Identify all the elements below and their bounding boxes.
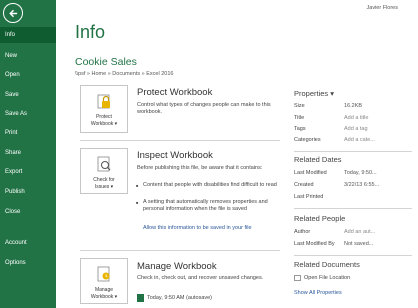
manage-btn-line2: Workbook ▾ (90, 293, 118, 300)
inspect-description: Before publishing this file, be aware th… (137, 165, 263, 171)
autosave-version[interactable]: Today, 9:50 AM (autosave) (137, 294, 212, 302)
nav-share[interactable]: Share (0, 145, 56, 161)
manage-title: Manage Workbook (137, 261, 217, 272)
prop-key: Author (294, 229, 311, 235)
nav-new[interactable]: New (0, 48, 56, 64)
prop-value-categories[interactable]: Add a cate... (344, 137, 375, 143)
inspect-btn-line2: Issues ▾ (94, 183, 114, 190)
prop-key: Size (294, 103, 305, 109)
prop-value: Not saved... (344, 241, 374, 247)
folder-icon (294, 275, 301, 281)
inspect-bullet-accessibility: Content that people with disabilities fi… (136, 182, 278, 189)
nav-publish[interactable]: Publish (0, 184, 56, 200)
prop-key: Last Modified (294, 170, 327, 176)
nav-export[interactable]: Export (0, 164, 56, 180)
manage-description: Check in, check out, and recover unsaved… (137, 275, 264, 281)
divider (294, 151, 412, 152)
protect-title: Protect Workbook (137, 87, 213, 98)
inspect-btn-line1: Check for (93, 177, 115, 183)
nav-info[interactable]: Info (0, 27, 56, 43)
protect-btn-line2: Workbook ▾ (90, 120, 118, 127)
prop-value: 3/22/13 6:55... (344, 182, 380, 188)
inspect-bullet-properties: A setting that automatically removes pro… (136, 199, 278, 213)
document-title: Cookie Sales (75, 56, 137, 68)
excel-file-icon (137, 294, 144, 302)
autosave-version-label: Today, 9:50 AM (autosave) (147, 295, 213, 301)
user-name[interactable]: Javier Flores (367, 5, 398, 11)
prop-value: Today, 9:50... (344, 170, 377, 176)
open-file-location-label: Open File Location (304, 275, 351, 281)
prop-key: Tags (294, 126, 306, 132)
prop-value-tags[interactable]: Add a tag (344, 126, 368, 132)
related-dates-heading: Related Dates (294, 155, 342, 164)
divider (80, 140, 280, 141)
lock-key-icon (94, 91, 114, 111)
manage-doc-icon (94, 264, 114, 284)
inspect-title: Inspect Workbook (137, 150, 213, 161)
nav-close[interactable]: Close (0, 204, 56, 220)
nav-open[interactable]: Open (0, 67, 56, 83)
nav-save-as[interactable]: Save As (0, 106, 56, 122)
protect-workbook-button[interactable]: Protect Workbook ▾ (80, 85, 128, 133)
info-panel: Javier Flores Info Cookie Sales \\psf » … (56, 0, 418, 308)
protect-btn-line1: Protect (96, 114, 112, 120)
check-for-issues-button[interactable]: Check for Issues ▾ (80, 148, 128, 194)
open-file-location-button[interactable]: Open File Location (294, 275, 350, 281)
prop-key: Last Printed (294, 194, 324, 200)
prop-value: 16.2KB (344, 103, 363, 109)
protect-description: Control what types of changes people can… (137, 102, 271, 115)
allow-info-link[interactable]: Allow this information to be saved in yo… (143, 225, 278, 232)
nav-save[interactable]: Save (0, 87, 56, 103)
prop-key: Title (294, 115, 305, 121)
nav-print[interactable]: Print (0, 125, 56, 141)
manage-workbook-button[interactable]: Manage Workbook ▾ (80, 258, 128, 304)
show-all-properties-link[interactable]: Show All Properties (294, 290, 342, 296)
page-title: Info (75, 22, 106, 42)
prop-value-author[interactable]: Add an aut... (344, 229, 375, 235)
prop-key: Categories (294, 137, 321, 143)
back-arrow-icon[interactable] (3, 3, 23, 23)
manage-btn-line1: Manage (94, 287, 114, 293)
inspect-doc-icon (94, 154, 114, 174)
properties-heading[interactable]: Properties ▾ (294, 89, 334, 98)
prop-value-title[interactable]: Add a title (344, 115, 368, 121)
nav-options[interactable]: Options (0, 255, 56, 271)
divider (80, 250, 280, 251)
nav-account[interactable]: Account (0, 235, 56, 251)
related-documents-heading: Related Documents (294, 260, 360, 269)
related-people-heading: Related People (294, 214, 346, 223)
divider (294, 208, 412, 209)
backstage-sidebar: Info New Open Save Save As Print Share E… (0, 0, 56, 308)
prop-key: Last Modified By (294, 241, 335, 247)
document-path: \\psf » Home » Documents » Excel 2016 (75, 71, 174, 77)
prop-key: Created (294, 182, 314, 188)
divider (294, 255, 412, 256)
